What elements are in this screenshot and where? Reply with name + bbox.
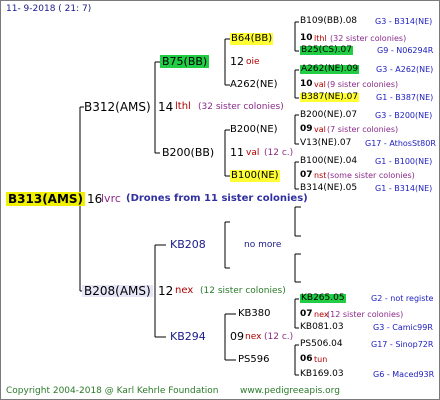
root-drones-note: (Drones from 11 sister colonies) xyxy=(126,193,308,204)
gen4-queen: B200(NE).07 xyxy=(300,110,358,120)
gen1-mark: lthl xyxy=(175,101,191,112)
footer-copyright: Copyright 2004-2018 @ Karl Kehrle Founda… xyxy=(6,386,219,396)
gen4-code: G9 - N06294R xyxy=(377,46,434,55)
gen4-queen: B387(NE).07 xyxy=(300,92,360,102)
gen3-note: (32 sister colonies) xyxy=(330,34,407,43)
gen4-code: G1 - B387(NE) xyxy=(376,93,434,102)
gen1-note: (32 sister colonies) xyxy=(198,102,284,112)
gen2-note: (12 c.) xyxy=(264,332,294,342)
no-more-label: no more xyxy=(244,240,282,250)
gen2-queen: B75(BB) xyxy=(160,55,210,68)
gen3-generation: 07 xyxy=(300,170,313,180)
gen2-generation: 09 xyxy=(230,330,244,343)
gen3-mark: val xyxy=(314,80,326,89)
gen4-code: G3 - A262(NE) xyxy=(376,65,434,74)
gen4-code: G17 - AthosSt80R xyxy=(365,139,436,148)
gen4-code: G3 - B200(NE) xyxy=(375,111,433,120)
gen2-mark: nex xyxy=(245,332,262,342)
root-mark: lvrc xyxy=(101,192,121,205)
gen3-queen: PS596 xyxy=(238,354,270,365)
footer-url[interactable]: www.pedigreeapis.org xyxy=(240,387,340,396)
gen3-generation: 09 xyxy=(300,124,313,134)
gen4-queen: KB081.03 xyxy=(300,322,344,332)
gen1-generation: 12 xyxy=(158,284,174,298)
gen4-queen: KB265.05 xyxy=(300,293,346,303)
gen4-code: G1 - B314(NE) xyxy=(375,184,433,193)
gen3-note: (some sister colonies) xyxy=(327,171,415,180)
date-stamp: 11- 9-2018 ( 21: 7) xyxy=(6,4,92,14)
gen4-queen: B314(NE).05 xyxy=(300,183,358,193)
gen3-queen: B200(NE) xyxy=(230,124,278,135)
gen4-queen: KB169.03 xyxy=(300,369,344,379)
gen4-code: G17 - Sinop72R xyxy=(371,340,434,349)
gen4-queen: B100(NE).04 xyxy=(300,156,358,166)
gen3-mark: lthl xyxy=(314,34,327,43)
gen1-note: (12 sister colonies) xyxy=(200,286,286,296)
gen2-generation: 11 xyxy=(230,146,244,159)
gen3-generation: 06 xyxy=(300,354,313,364)
gen3-queen: B100(NE) xyxy=(230,170,280,182)
gen3-queen: A262(NE) xyxy=(230,79,278,90)
gen3-generation: 07 xyxy=(300,309,313,319)
gen4-queen: A262(NE).09 xyxy=(300,64,360,74)
gen2-generation: 12 xyxy=(230,55,244,68)
gen2-mark: val xyxy=(246,148,260,158)
gen2-queen: KB294 xyxy=(170,330,206,343)
gen4-code: G6 - Maced93R xyxy=(373,370,435,379)
gen3-generation: 10 xyxy=(300,79,313,89)
gen4-code: G2 - not registe xyxy=(371,294,434,303)
gen3-mark: val xyxy=(314,125,326,134)
gen3-mark: nst xyxy=(314,171,327,180)
gen3-note: (9 sister colonies) xyxy=(327,80,399,89)
gen3-generation: 10 xyxy=(300,33,313,43)
gen3-queen: B64(BB) xyxy=(230,33,274,45)
gen1-mark: nex xyxy=(175,285,194,296)
gen4-queen: B109(BB).08 xyxy=(300,16,358,26)
gen4-code: G1 - B100(NE) xyxy=(375,157,433,166)
gen3-mark: tun xyxy=(314,355,328,364)
gen4-queen: PS506.04 xyxy=(300,339,343,349)
gen3-queen: KB380 xyxy=(238,308,271,319)
gen2-queen: B200(BB) xyxy=(162,146,215,159)
gen3-note: (12 sister colonies) xyxy=(327,310,404,319)
root-generation: 16 xyxy=(87,192,103,206)
gen3-note: (7 sister colonies) xyxy=(327,125,399,134)
gen4-queen: V13(NE).07 xyxy=(300,138,352,148)
gen1-generation: 14 xyxy=(158,100,174,114)
gen1-queen: B312(AMS) xyxy=(84,100,151,114)
root-queen: B313(AMS) xyxy=(6,192,86,206)
gen2-mark: oie xyxy=(246,57,260,67)
gen1-queen: B208(AMS) xyxy=(82,284,153,298)
gen2-queen: KB208 xyxy=(170,238,206,251)
gen4-code: G3 - B314(NE) xyxy=(375,17,433,26)
gen2-note: (12 c.) xyxy=(264,148,294,158)
gen4-code: G3 - Camic99R xyxy=(373,323,433,332)
gen4-queen: B25(CS).07 xyxy=(300,45,353,55)
